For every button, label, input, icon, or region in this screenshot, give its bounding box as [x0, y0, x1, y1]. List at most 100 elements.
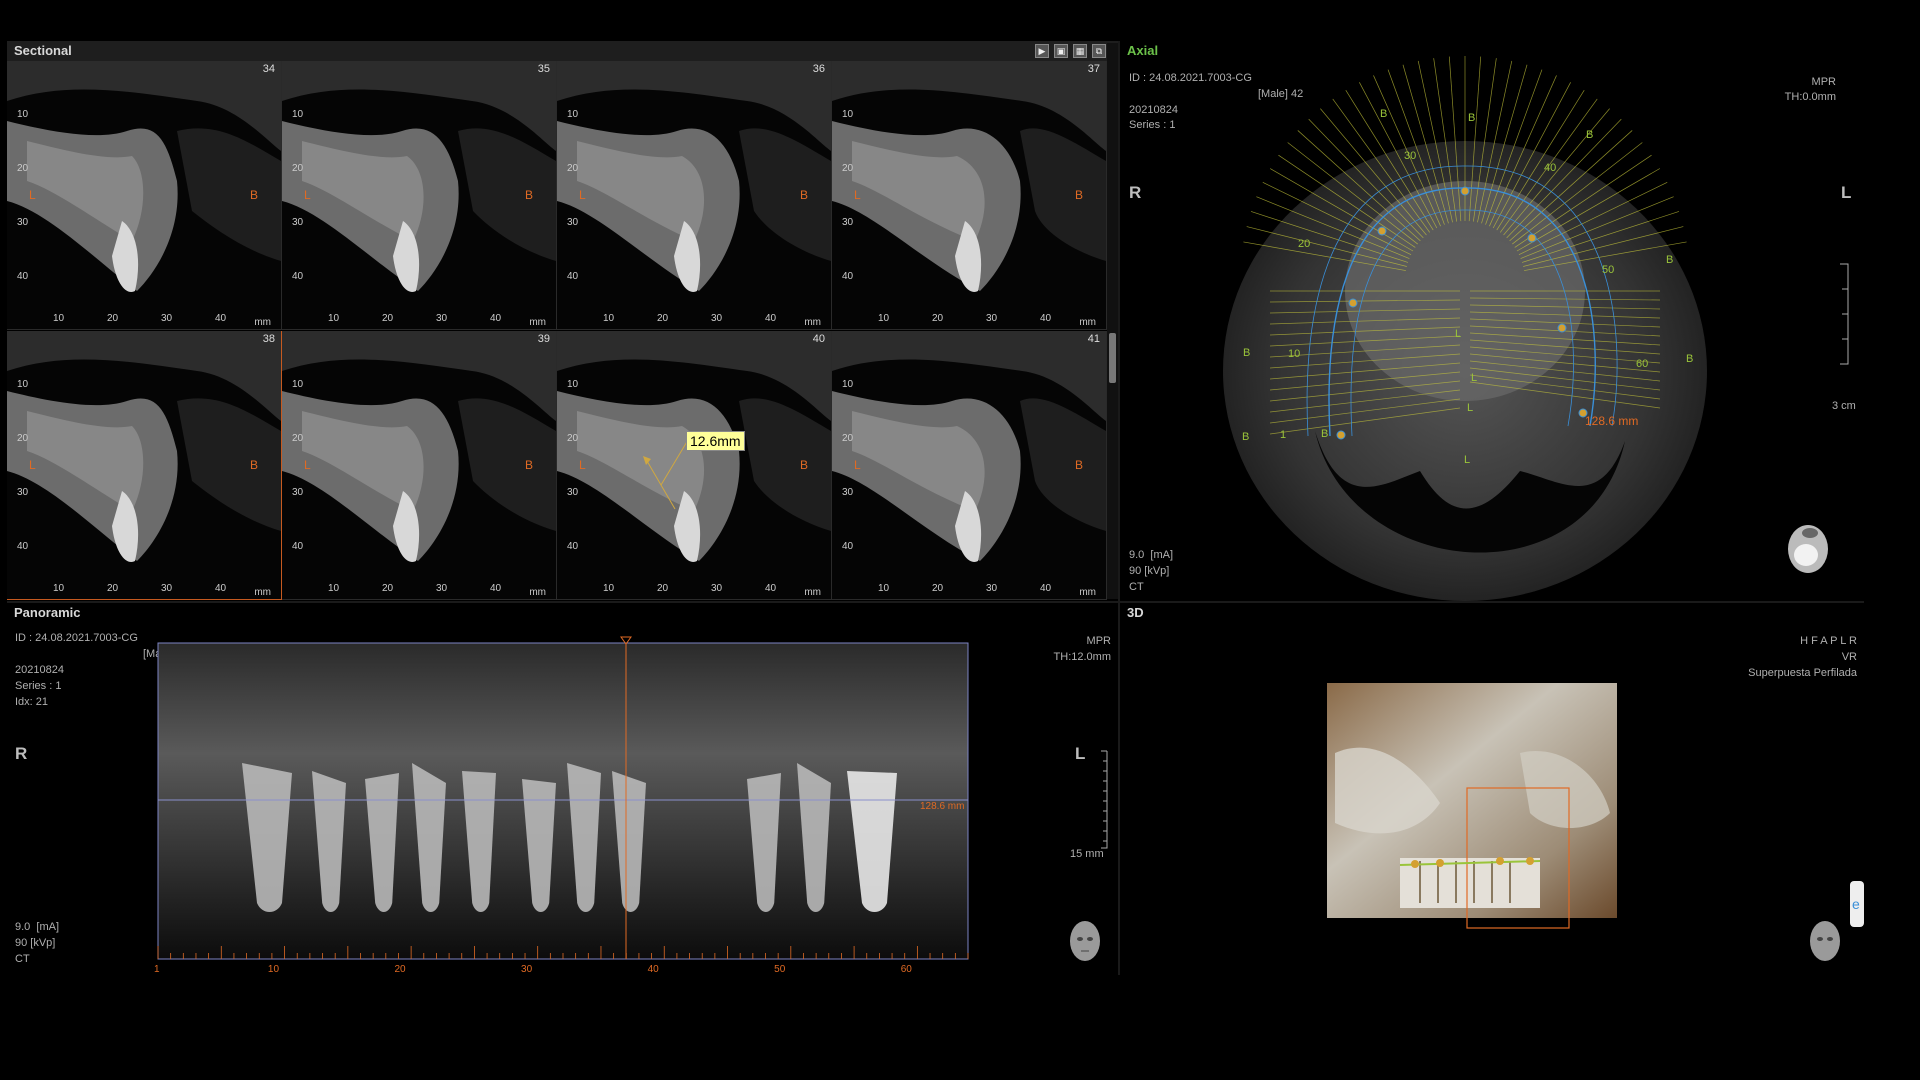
slice-side-left: L	[29, 188, 36, 202]
slice-y-tick: 40	[17, 271, 29, 282]
panoramic-x-tick: 40	[648, 964, 660, 975]
slice-x-tick: 40	[215, 583, 227, 594]
slice-x-tick: 40	[1040, 583, 1052, 594]
sectional-slice[interactable]: 40 L B 10 20 30 40 10 20 30 40 mm 12.6mm	[557, 331, 832, 600]
arch-label: L	[1467, 402, 1473, 414]
panoramic-head-icon[interactable]	[1070, 921, 1100, 961]
slice-image	[7, 61, 281, 329]
slice-image	[557, 61, 831, 329]
view3d-render-area[interactable]: e	[1120, 603, 1864, 975]
slice-unit: mm	[529, 587, 546, 598]
slice-number: 41	[1087, 333, 1100, 345]
slice-x-tick: 20	[657, 583, 669, 594]
slice-x-tick: 30	[161, 583, 173, 594]
slice-y-tick: 10	[842, 379, 854, 390]
sectional-slice[interactable]: 41 L B 10 20 30 40 10 20 30 40 mm	[832, 331, 1107, 600]
slice-y-tick: 20	[17, 163, 29, 174]
slice-unit: mm	[254, 587, 271, 598]
sectional-slice[interactable]: 36 L B 10 20 30 40 10 20 30 40 mm	[557, 61, 832, 330]
slice-image	[7, 331, 281, 599]
slice-side-right: B	[525, 458, 534, 472]
measurement-label[interactable]: 12.6mm	[686, 431, 745, 451]
slice-side-right: B	[250, 458, 259, 472]
arch-label: B	[1321, 428, 1328, 440]
slice-x-tick: 30	[711, 313, 723, 324]
slice-unit: mm	[804, 317, 821, 328]
slice-side-left: L	[304, 188, 311, 202]
horizontal-divider[interactable]	[7, 601, 1864, 603]
arch-label: 60	[1636, 358, 1648, 370]
arch-label: B	[1666, 254, 1673, 266]
sectional-slice[interactable]: 37 L B 10 20 30 40 10 20 30 40 mm	[832, 61, 1107, 330]
slice-image	[832, 61, 1106, 329]
panoramic-x-tick: 60	[901, 964, 913, 975]
panoramic-x-tick: 10	[268, 964, 280, 975]
slice-side-left: L	[579, 188, 586, 202]
panoramic-scale-bar	[1101, 750, 1108, 849]
arch-label: B	[1242, 431, 1249, 443]
vertical-divider[interactable]	[1118, 41, 1120, 975]
slice-x-tick: 20	[107, 313, 119, 324]
arch-label: 50	[1602, 264, 1614, 276]
arch-label: B	[1586, 129, 1593, 141]
slice-unit: mm	[529, 317, 546, 328]
slice-y-tick: 30	[292, 217, 304, 228]
panoramic-x-tick: 30	[521, 964, 533, 975]
axial-curve-length: 128.6 mm	[1585, 414, 1638, 428]
play-button[interactable]: ▶	[1035, 44, 1049, 58]
sectional-slice[interactable]: 38 L B 10 20 30 40 10 20 30 40 mm	[7, 331, 282, 600]
slice-number: 39	[537, 333, 550, 345]
slice-x-tick: 10	[328, 313, 340, 324]
slice-x-tick: 10	[328, 583, 340, 594]
slice-y-tick: 10	[567, 379, 579, 390]
axial-orientation-cube[interactable]	[1788, 525, 1828, 573]
panoramic-view[interactable]: 128.6 mm 1 10 20 30 40 50 60	[7, 603, 1118, 975]
view3d-panel: 3D H F A P L R VR Superpuesta Perfilada …	[1120, 603, 1864, 975]
slice-y-tick: 10	[292, 109, 304, 120]
sectional-slice[interactable]: 39 L B 10 20 30 40 10 20 30 40 mm	[282, 331, 557, 600]
axial-view[interactable]: B B 30 40 B B 20 50 B B 10 60 B B 1 L L L L 128.6 mm	[1120, 41, 1864, 601]
snapshot-button[interactable]: ▣	[1054, 44, 1068, 58]
slice-side-right: B	[525, 188, 534, 202]
view3d-head-icon[interactable]	[1810, 921, 1840, 961]
slice-x-tick: 20	[382, 583, 394, 594]
arch-label: B	[1380, 108, 1387, 120]
slice-y-tick: 30	[567, 487, 579, 498]
slice-x-tick: 40	[215, 313, 227, 324]
arch-label: L	[1471, 372, 1477, 384]
slice-side-right: B	[800, 458, 809, 472]
arch-label: 30	[1404, 150, 1416, 162]
sectional-slice[interactable]: 34 L B 10 20 30 40 10 20 30 40 mm	[7, 61, 282, 330]
layout-grid-button[interactable]: ▦	[1073, 44, 1087, 58]
slice-unit: mm	[804, 587, 821, 598]
slice-y-tick: 20	[17, 433, 29, 444]
arch-label: 20	[1298, 238, 1310, 250]
panoramic-x-tick: 50	[774, 964, 786, 975]
slice-x-tick: 10	[53, 583, 65, 594]
slice-side-left: L	[579, 458, 586, 472]
slice-side-left: L	[304, 458, 311, 472]
slice-y-tick: 40	[567, 541, 579, 552]
slice-side-right: B	[250, 188, 259, 202]
slice-x-tick: 30	[436, 583, 448, 594]
maximize-button[interactable]: ⧉	[1092, 44, 1106, 58]
slice-y-tick: 40	[17, 541, 29, 552]
slice-y-tick: 10	[292, 379, 304, 390]
slice-x-tick: 20	[382, 313, 394, 324]
slice-y-tick: 30	[17, 487, 29, 498]
arch-label: 10	[1288, 348, 1300, 360]
slice-x-tick: 40	[765, 583, 777, 594]
slice-unit: mm	[254, 317, 271, 328]
slice-x-tick: 40	[490, 313, 502, 324]
slice-x-tick: 30	[436, 313, 448, 324]
slice-side-left: L	[854, 188, 861, 202]
sectional-scrollbar[interactable]	[1107, 43, 1118, 599]
slice-y-tick: 30	[842, 487, 854, 498]
slice-side-left: L	[854, 458, 861, 472]
sectional-slice[interactable]: 35 L B 10 20 30 40 10 20 30 40 mm	[282, 61, 557, 330]
slice-side-right: B	[800, 188, 809, 202]
scroll-thumb[interactable]	[1109, 333, 1116, 383]
slice-y-tick: 40	[842, 271, 854, 282]
slice-y-tick: 10	[842, 109, 854, 120]
panoramic-panel: Panoramic ID : 24.08.2021.7003-CG [Male]…	[7, 603, 1118, 975]
